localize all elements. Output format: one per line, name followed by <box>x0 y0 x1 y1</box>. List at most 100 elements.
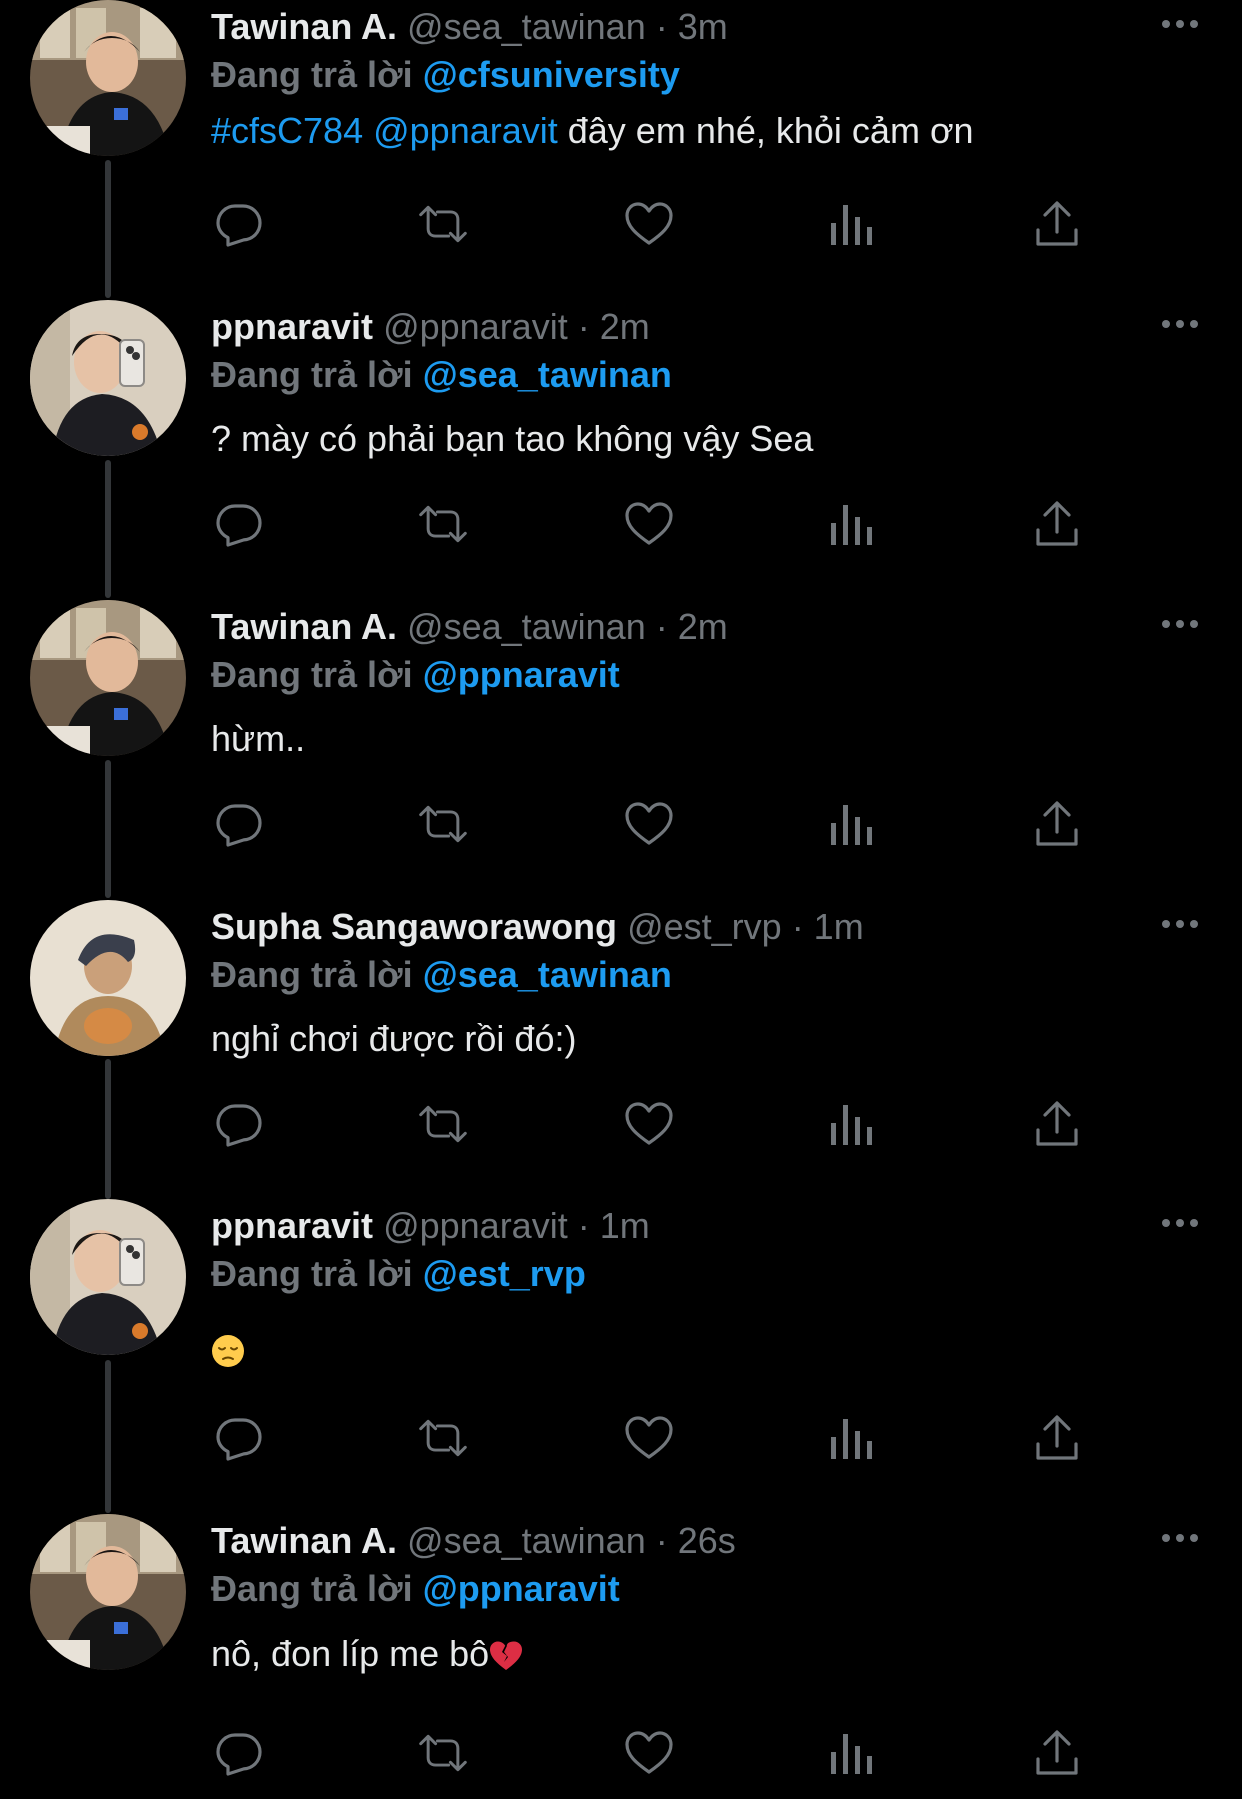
handle[interactable]: @sea_tawinan <box>407 1520 646 1561</box>
handle[interactable]: @est_rvp <box>627 906 782 947</box>
timestamp[interactable]: · 26s <box>656 1520 736 1561</box>
avatar-ppnaravit[interactable] <box>30 300 186 456</box>
tweet-actions <box>211 1412 1111 1464</box>
tweet-actions <box>211 198 1111 250</box>
timestamp[interactable]: · 1m <box>792 906 864 947</box>
retweet-icon[interactable] <box>417 1727 469 1779</box>
mention-link[interactable]: @ppnaravit <box>373 110 558 151</box>
more-icon[interactable] <box>1160 318 1200 330</box>
share-icon[interactable] <box>1031 1098 1083 1150</box>
more-icon[interactable] <box>1160 1532 1200 1544</box>
tweet[interactable]: Tawinan A. @sea_tawinan · 2m Đang trả lờ… <box>0 600 1242 900</box>
reply-mention[interactable]: @sea_tawinan <box>423 354 672 395</box>
hashtag-link[interactable]: #cfsC784 <box>211 110 363 151</box>
broken-heart-emoji <box>489 1637 523 1683</box>
display-name[interactable]: Supha Sangaworawong <box>211 906 617 947</box>
tweet-body: ? mày có phải bạn tao không vậy Sea <box>211 418 814 459</box>
reply-icon[interactable] <box>213 1412 265 1464</box>
more-icon[interactable] <box>1160 18 1200 30</box>
display-name[interactable]: ppnaravit <box>211 1205 373 1246</box>
share-icon[interactable] <box>1031 198 1083 250</box>
pensive-face-emoji <box>211 1333 245 1379</box>
display-name[interactable]: Tawinan A. <box>211 1520 397 1561</box>
handle[interactable]: @ppnaravit <box>383 306 568 347</box>
retweet-icon[interactable] <box>417 1412 469 1464</box>
reply-icon[interactable] <box>213 798 265 850</box>
reply-label: Đang trả lời <box>211 1568 413 1609</box>
views-icon[interactable] <box>825 498 877 550</box>
tweet-text: #cfsC784 @ppnaravit đây em nhé, khỏi cảm… <box>211 108 974 154</box>
timestamp[interactable]: · 2m <box>656 606 728 647</box>
tweet[interactable]: Tawinan A. @sea_tawinan · 26s Đang trả l… <box>0 1514 1242 1799</box>
retweet-icon[interactable] <box>417 798 469 850</box>
tweet-header: Tawinan A. @sea_tawinan · 2m <box>211 604 728 650</box>
like-icon[interactable] <box>623 1098 675 1150</box>
like-icon[interactable] <box>623 198 675 250</box>
timestamp[interactable]: · 1m <box>578 1205 650 1246</box>
reply-icon[interactable] <box>213 1098 265 1150</box>
handle[interactable]: @ppnaravit <box>383 1205 568 1246</box>
retweet-icon[interactable] <box>417 198 469 250</box>
like-icon[interactable] <box>623 498 675 550</box>
tweet-actions <box>211 1727 1111 1779</box>
avatar-supha[interactable] <box>30 900 186 1056</box>
more-icon[interactable] <box>1160 1217 1200 1229</box>
reply-icon[interactable] <box>213 1727 265 1779</box>
reply-mention[interactable]: @ppnaravit <box>423 654 620 695</box>
tweet-actions <box>211 1098 1111 1150</box>
reply-icon[interactable] <box>213 498 265 550</box>
tweet-header: Tawinan A. @sea_tawinan · 3m <box>211 4 728 50</box>
handle[interactable]: @sea_tawinan <box>407 606 646 647</box>
tweet[interactable]: Supha Sangaworawong @est_rvp · 1m Đang t… <box>0 900 1242 1200</box>
display-name[interactable]: Tawinan A. <box>211 6 397 47</box>
timestamp[interactable]: · 2m <box>578 306 650 347</box>
tweet[interactable]: Tawinan A. @sea_tawinan · 3m Đang trả lờ… <box>0 0 1242 300</box>
avatar-tawinan[interactable] <box>30 600 186 756</box>
reply-thread: Tawinan A. @sea_tawinan · 3m Đang trả lờ… <box>0 0 1242 1799</box>
tweet-text: hừm.. <box>211 716 305 762</box>
reply-label: Đang trả lời <box>211 654 413 695</box>
tweet-text <box>211 1327 245 1379</box>
views-icon[interactable] <box>825 198 877 250</box>
replying-to: Đang trả lời @est_rvp <box>211 1251 586 1297</box>
tweet-body: nghỉ chơi được rồi đó:) <box>211 1018 577 1059</box>
reply-label: Đang trả lời <box>211 54 413 95</box>
share-icon[interactable] <box>1031 1727 1083 1779</box>
views-icon[interactable] <box>825 798 877 850</box>
reply-icon[interactable] <box>213 198 265 250</box>
avatar-ppnaravit[interactable] <box>30 1199 186 1355</box>
replying-to: Đang trả lời @cfsuniversity <box>211 52 680 98</box>
share-icon[interactable] <box>1031 498 1083 550</box>
retweet-icon[interactable] <box>417 498 469 550</box>
reply-mention[interactable]: @cfsuniversity <box>423 54 680 95</box>
reply-mention[interactable]: @ppnaravit <box>423 1568 620 1609</box>
tweet[interactable]: ppnaravit @ppnaravit · 2m Đang trả lời @… <box>0 300 1242 600</box>
like-icon[interactable] <box>623 798 675 850</box>
tweet-header: ppnaravit @ppnaravit · 1m <box>211 1203 650 1249</box>
views-icon[interactable] <box>825 1098 877 1150</box>
more-icon[interactable] <box>1160 918 1200 930</box>
share-icon[interactable] <box>1031 1412 1083 1464</box>
tweet[interactable]: ppnaravit @ppnaravit · 1m Đang trả lời @… <box>0 1199 1242 1515</box>
reply-label: Đang trả lời <box>211 1253 413 1294</box>
tweet-actions <box>211 498 1111 550</box>
views-icon[interactable] <box>825 1727 877 1779</box>
like-icon[interactable] <box>623 1727 675 1779</box>
more-icon[interactable] <box>1160 618 1200 630</box>
reply-mention[interactable]: @sea_tawinan <box>423 954 672 995</box>
tweet-text: ? mày có phải bạn tao không vậy Sea <box>211 416 813 462</box>
reply-mention[interactable]: @est_rvp <box>423 1253 586 1294</box>
tweet-body: đây em nhé, khỏi cảm ơn <box>567 110 974 151</box>
display-name[interactable]: ppnaravit <box>211 306 373 347</box>
handle[interactable]: @sea_tawinan <box>407 6 646 47</box>
retweet-icon[interactable] <box>417 1098 469 1150</box>
timestamp[interactable]: · 3m <box>656 6 728 47</box>
reply-label: Đang trả lời <box>211 354 413 395</box>
display-name[interactable]: Tawinan A. <box>211 606 397 647</box>
replying-to: Đang trả lời @sea_tawinan <box>211 352 672 398</box>
like-icon[interactable] <box>623 1412 675 1464</box>
avatar-tawinan[interactable] <box>30 0 186 156</box>
views-icon[interactable] <box>825 1412 877 1464</box>
share-icon[interactable] <box>1031 798 1083 850</box>
avatar-tawinan[interactable] <box>30 1514 186 1670</box>
